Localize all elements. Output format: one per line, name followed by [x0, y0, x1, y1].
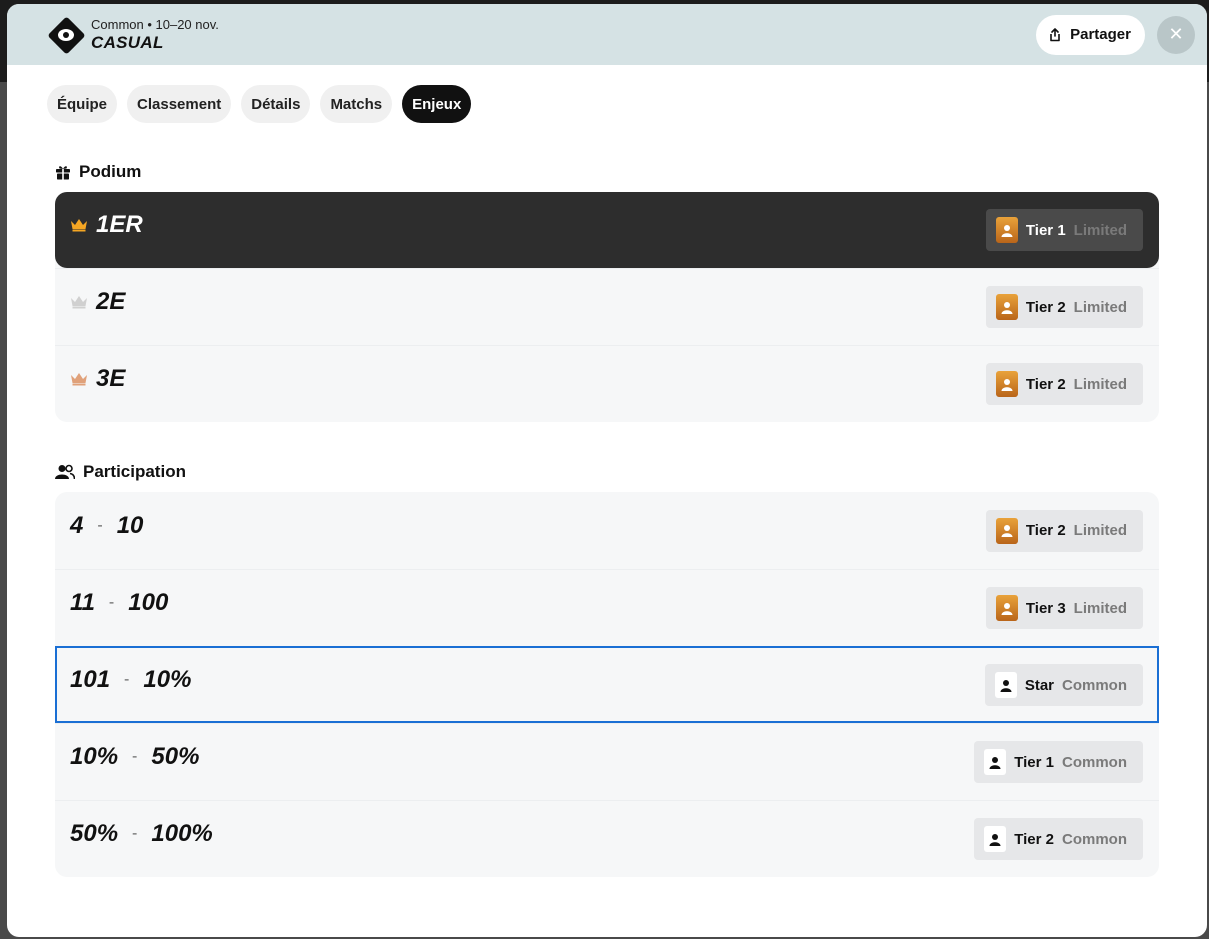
reward-tier: Tier 2 — [1025, 522, 1066, 539]
reward-badge: Tier 2 Limited — [985, 286, 1143, 328]
gift-icon — [56, 166, 70, 180]
range-dash: - — [132, 825, 138, 842]
participation-row-current: 101 - 10% Star Common — [55, 646, 1159, 723]
share-button[interactable]: Partager — [1036, 14, 1145, 55]
reward-rarity: Common — [1062, 753, 1127, 771]
range-to: 10% — [143, 666, 192, 693]
limited-card-icon — [995, 371, 1018, 397]
reward-tier: Tier 2 — [1025, 375, 1066, 393]
range-to: 100% — [151, 820, 213, 847]
range-from: 10% — [70, 743, 119, 770]
competition-title-block: Common • 10–20 nov. CASUAL — [91, 17, 219, 53]
reward-badge: Tier 1 Common — [974, 741, 1143, 783]
share-button-label: Partager — [1070, 26, 1131, 43]
reward-tier: Tier 1 — [1025, 221, 1066, 239]
participation-row: 4 - 10 Tier 2 Limited — [55, 492, 1159, 569]
silver-crown-icon — [71, 296, 87, 309]
range-dash: - — [124, 671, 130, 688]
reward-rarity: Common — [1062, 676, 1127, 694]
tab-bar: Équipe Classement Détails Matchs Enjeux — [7, 65, 1207, 146]
competition-title: CASUAL — [91, 32, 164, 52]
range-to: 10 — [116, 511, 144, 539]
participation-label: Participation — [83, 462, 186, 481]
header-actions: Partager ✕ — [1036, 14, 1195, 55]
tab-details[interactable]: Détails — [241, 85, 311, 123]
limited-card-icon — [995, 517, 1018, 544]
podium-rank-label: 3E — [96, 365, 126, 392]
tab-classement[interactable]: Classement — [127, 85, 232, 123]
range-from: 50% — [70, 820, 119, 847]
limited-card-icon — [995, 595, 1018, 621]
podium-label: Podium — [79, 162, 142, 181]
reward-rarity: Limited — [1073, 522, 1127, 539]
limited-card-icon — [995, 217, 1018, 243]
participation-list: 4 - 10 Tier 2 Limited 11 - 100 Tier 3 Li… — [55, 492, 1159, 877]
reward-rarity: Limited — [1073, 298, 1127, 316]
range-from: 11 — [70, 589, 95, 616]
reward-badge: Tier 2 Limited — [985, 363, 1143, 405]
users-icon — [55, 464, 75, 480]
range-from: 4 — [70, 511, 84, 539]
common-card-icon — [994, 672, 1017, 698]
reward-rarity: Limited — [1073, 375, 1127, 393]
reward-badge: Tier 2 Common — [974, 818, 1143, 860]
reward-badge: Star Common — [984, 664, 1143, 706]
tab-matchs[interactable]: Matchs — [320, 85, 393, 123]
reward-tier: Tier 3 — [1025, 599, 1066, 617]
reward-rarity: Common — [1062, 830, 1127, 848]
podium-row-1: 1ER Tier 1 Limited — [55, 192, 1159, 268]
close-button[interactable]: ✕ — [1157, 15, 1195, 54]
reward-tier: Star — [1024, 676, 1054, 694]
participation-section-title: Participation — [7, 452, 1207, 492]
range-dash: - — [97, 516, 103, 534]
podium-rank: 1ER — [70, 211, 143, 239]
range-to: 100 — [128, 589, 169, 616]
participation-range: 101 - 10% — [70, 666, 191, 694]
podium-rank-label: 1ER — [96, 211, 143, 238]
reward-rarity: Limited — [1073, 599, 1127, 617]
bronze-crown-icon — [71, 373, 87, 386]
share-icon — [1050, 27, 1060, 41]
participation-row: 50% - 100% Tier 2 Common — [55, 800, 1159, 877]
competition-logo-icon — [47, 15, 86, 55]
competition-subtitle: Common • 10–20 nov. — [91, 16, 219, 32]
range-dash: - — [108, 594, 115, 611]
reward-tier: Tier 2 — [1014, 830, 1054, 848]
podium-row-2: 2E Tier 2 Limited — [55, 268, 1159, 345]
common-card-icon — [984, 826, 1007, 852]
reward-badge: Tier 1 Limited — [985, 209, 1143, 251]
podium-rank-label: 2E — [96, 288, 126, 315]
limited-card-icon — [995, 294, 1018, 320]
common-card-icon — [984, 749, 1007, 775]
gold-crown-icon — [71, 219, 87, 232]
reward-tier: Tier 1 — [1014, 753, 1054, 771]
participation-row: 11 - 100 Tier 3 Limited — [55, 569, 1159, 646]
reward-badge: Tier 3 Limited — [985, 587, 1143, 629]
participation-range: 50% - 100% — [70, 820, 213, 848]
tab-enjeux[interactable]: Enjeux — [402, 85, 472, 123]
podium-section-title: Podium — [7, 152, 1207, 192]
reward-tier: Tier 2 — [1025, 298, 1066, 316]
participation-range: 4 - 10 — [70, 512, 143, 540]
participation-range: 11 - 100 — [70, 589, 168, 617]
range-to: 50% — [151, 743, 200, 770]
range-from: 101 — [70, 666, 111, 693]
close-icon: ✕ — [1168, 24, 1184, 45]
podium-list: 1ER Tier 1 Limited 2E Tier 2 Limited 3E … — [55, 192, 1159, 422]
podium-row-3: 3E Tier 2 Limited — [55, 345, 1159, 422]
tab-equipe[interactable]: Équipe — [47, 85, 118, 123]
podium-rank: 2E — [70, 288, 125, 316]
range-dash: - — [132, 748, 138, 765]
modal-header: Common • 10–20 nov. CASUAL Partager ✕ — [7, 4, 1207, 65]
participation-range: 10% - 50% — [70, 743, 199, 771]
participation-row: 10% - 50% Tier 1 Common — [55, 723, 1159, 800]
reward-badge: Tier 2 Limited — [985, 509, 1143, 552]
podium-rank: 3E — [70, 365, 125, 393]
reward-rarity: Limited — [1073, 221, 1127, 239]
rewards-modal: Common • 10–20 nov. CASUAL Partager ✕ Éq… — [7, 4, 1207, 937]
